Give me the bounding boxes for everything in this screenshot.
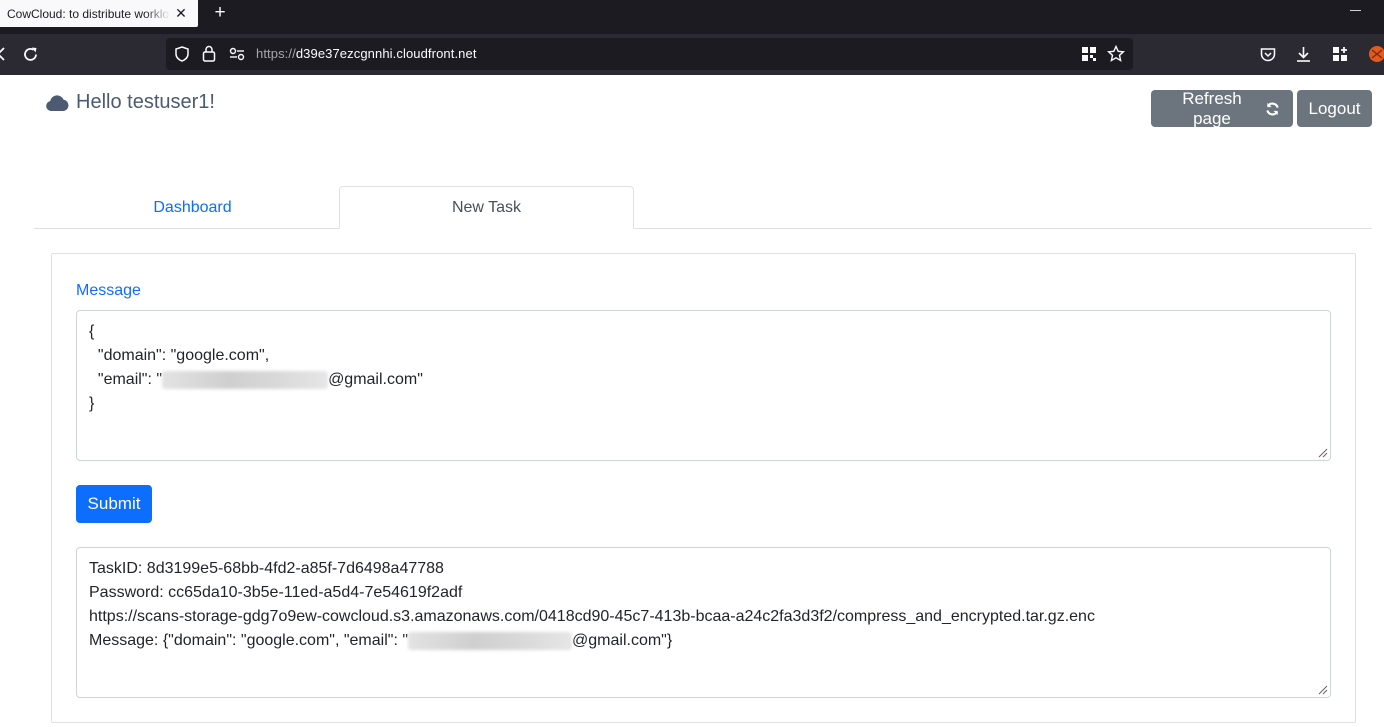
minimize-window-icon[interactable] (1350, 4, 1362, 16)
tab-dashboard[interactable]: Dashboard (45, 186, 340, 229)
download-icon[interactable] (1296, 46, 1311, 62)
url-host: d39e37ezcgnnhi.cloudfront.net (295, 46, 477, 61)
logout-button[interactable]: Logout (1297, 90, 1372, 127)
browser-toolbar: https://d39e37ezcgnnhi.cloudfront.net (0, 34, 1384, 75)
extensions-icon[interactable] (1332, 46, 1348, 62)
refresh-icon (1266, 102, 1279, 115)
pocket-icon[interactable] (1260, 47, 1276, 62)
message-line-email-suffix: @gmail.com" (328, 371, 423, 388)
cloud-icon (46, 94, 69, 111)
permissions-icon[interactable] (229, 47, 245, 61)
output-task-id: TaskID: 8d3199e5-68bb-4fd2-a85f-7d6498a4… (89, 560, 444, 577)
lock-icon[interactable] (202, 45, 216, 62)
output-url: https://scans-storage-gdg7o9ew-cowcloud.… (89, 608, 1095, 625)
address-bar[interactable]: https://d39e37ezcgnnhi.cloudfront.net (166, 38, 1133, 70)
close-tab-icon[interactable]: ✕ (173, 5, 189, 21)
back-icon[interactable] (0, 47, 6, 61)
browser-tab[interactable]: CowCloud: to distribute worklo ✕ (0, 0, 198, 27)
refresh-page-button[interactable]: Refresh page (1151, 88, 1293, 128)
bookmark-star-icon[interactable] (1107, 45, 1125, 63)
message-input[interactable]: { "domain": "google.com", "email": " @gma… (76, 310, 1331, 461)
browser-tab-bar: CowCloud: to distribute worklo ✕ + (0, 0, 1384, 34)
message-label: Message (76, 282, 141, 299)
new-task-card: Message { "domain": "google.com", "email… (51, 253, 1356, 723)
browser-tab-title: CowCloud: to distribute worklo (7, 6, 170, 21)
output-password: Password: cc65da10-3b5e-11ed-a5d4-7e5461… (89, 584, 463, 601)
output-message-suffix: @gmail.com"} (572, 632, 673, 649)
extension-avatar-icon[interactable] (1367, 45, 1384, 63)
submit-button[interactable]: Submit (76, 485, 152, 523)
tab-nav: Dashboard New Task (34, 186, 1372, 229)
output-message-prefix: Message: {"domain": "google.com", "email… (89, 632, 409, 649)
greeting-text: Hello testuser1! (76, 91, 215, 113)
message-line-email-prefix: "email": " (89, 371, 163, 388)
tab-new-task[interactable]: New Task (339, 186, 634, 229)
qr-code-icon[interactable] (1081, 46, 1097, 62)
redacted-email (162, 370, 329, 389)
new-tab-button[interactable]: + (211, 3, 229, 22)
message-line-close: } (89, 395, 95, 412)
url-protocol: https:// (256, 46, 296, 61)
reload-icon[interactable] (22, 46, 39, 63)
message-line-domain: "domain": "google.com", (89, 347, 270, 364)
refresh-page-label: Refresh page (1182, 88, 1242, 128)
url-text: https://d39e37ezcgnnhi.cloudfront.net (256, 46, 477, 61)
page: Hello testuser1! Refresh page Logout Das… (0, 75, 1384, 727)
resize-grip-icon[interactable] (1316, 683, 1328, 695)
task-output[interactable]: TaskID: 8d3199e5-68bb-4fd2-a85f-7d6498a4… (76, 547, 1331, 698)
greeting: Hello testuser1! (45, 91, 215, 114)
resize-grip-icon[interactable] (1316, 446, 1328, 458)
redacted-email (408, 631, 573, 650)
shield-icon[interactable] (174, 46, 190, 62)
message-line-open: { (89, 323, 95, 340)
